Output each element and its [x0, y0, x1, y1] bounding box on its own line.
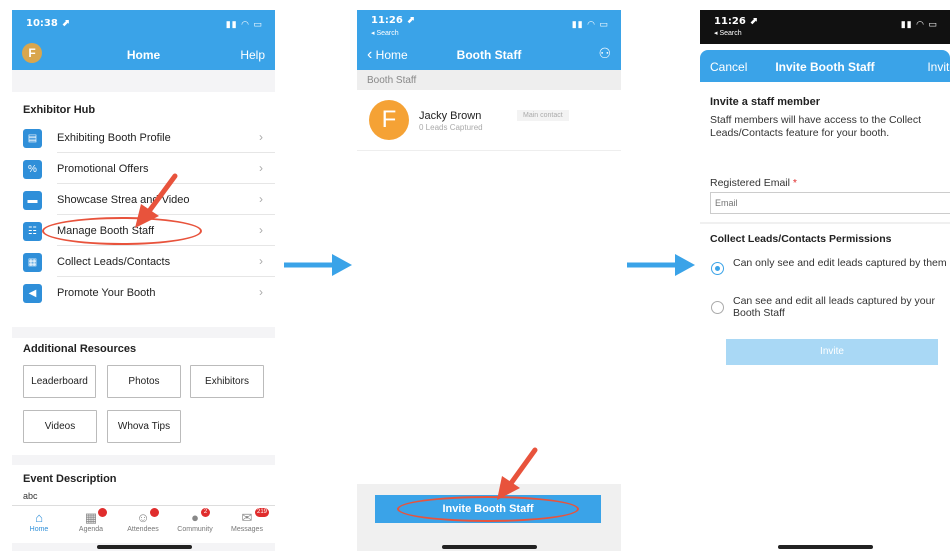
status-bar: 10:38 ⬈ ▮▮ ◠ ▭	[12, 10, 275, 38]
nav-title: Home	[126, 48, 161, 62]
section-title: Exhibitor Hub	[23, 104, 96, 116]
videos-button[interactable]: Videos	[23, 410, 97, 443]
pointer-arrow-icon	[135, 173, 178, 228]
messages-badge: 219	[255, 508, 270, 517]
offers-icon: %	[23, 160, 42, 179]
radio-own-leads[interactable]	[711, 262, 724, 275]
nav-bar: Home Help	[12, 38, 275, 70]
staff-icon: ☷	[23, 222, 42, 241]
nav-title: Booth Staff	[456, 48, 522, 62]
permissions-title: Collect Leads/Contacts Permissions	[710, 233, 892, 245]
add-person-icon[interactable]: ⚇	[598, 45, 611, 62]
hub-item-label: Collect Leads/Contacts	[57, 256, 171, 268]
calendar-icon: ▦	[84, 510, 98, 525]
hub-item-label: Promote Your Booth	[57, 287, 156, 299]
invite-nav-button[interactable]: Invite	[927, 60, 950, 74]
staff-leads-count: 0 Leads Captured	[419, 123, 483, 132]
phone-booth-staff-screen: 11:26 ⬈ ◂ Search ▮▮ ◠ ▭ ‹ Home Booth Sta…	[357, 10, 621, 551]
status-time: 11:26 ⬈	[371, 15, 415, 26]
signal-wifi-battery-icon: ▮▮ ◠ ▭	[900, 19, 938, 29]
chat-bubbles-icon: ●	[191, 510, 199, 525]
back-to-search[interactable]: ◂ Search	[371, 29, 399, 37]
chevron-right-icon: ›	[259, 130, 263, 144]
section-title: Additional Resources	[23, 343, 137, 355]
flow-arrow-icon	[627, 254, 695, 276]
tab-home[interactable]: ⌂ Home	[14, 510, 64, 533]
community-badge: 2	[201, 508, 210, 517]
status-bar: 11:26 ⬈ ◂ Search ▮▮ ◠ ▭	[357, 10, 621, 38]
highlight-ring	[397, 496, 579, 522]
hub-item-label: Exhibiting Booth Profile	[57, 132, 171, 144]
main-contact-badge: Main contact	[517, 110, 569, 121]
tab-attendees[interactable]: ☺ Attendees	[118, 508, 168, 533]
radio-all-leads[interactable]	[711, 301, 724, 314]
home-indicator	[96, 545, 192, 549]
nav-bar: ‹ Home Booth Staff ⚇	[357, 38, 621, 70]
home-indicator	[778, 545, 873, 549]
help-button[interactable]: Help	[240, 48, 265, 62]
signal-wifi-battery-icon: ▮▮ ◠ ▭	[571, 19, 609, 29]
additional-resources-section: Additional Resources Leaderboard Photos …	[12, 338, 275, 455]
hub-item-collect-leads[interactable]: ▦ Collect Leads/Contacts ›	[12, 246, 275, 277]
tab-community[interactable]: ● Community 2	[170, 508, 220, 533]
hub-item-promote-booth[interactable]: ◀ Promote Your Booth ›	[12, 277, 275, 308]
whova-tips-button[interactable]: Whova Tips	[107, 410, 181, 443]
tab-bar: ⌂ Home ▦ Agenda ☺ Attendees ● Community …	[12, 505, 275, 543]
photos-button[interactable]: Photos	[107, 365, 181, 398]
video-icon: ▬	[23, 191, 42, 210]
chevron-right-icon: ›	[259, 254, 263, 268]
email-field[interactable]	[710, 192, 950, 214]
chevron-right-icon: ›	[259, 161, 263, 175]
people-icon: ☺	[136, 510, 150, 525]
section-header: Booth Staff	[357, 70, 621, 90]
status-time: 10:38 ⬈	[26, 18, 70, 29]
avatar[interactable]: F	[22, 43, 42, 63]
signal-wifi-battery-icon: ▮▮ ◠ ▭	[225, 19, 263, 29]
flow-arrow-icon	[284, 254, 352, 276]
home-icon: ⌂	[35, 510, 43, 525]
megaphone-icon: ◀	[23, 284, 42, 303]
hub-item-booth-profile[interactable]: ▤ Exhibiting Booth Profile ›	[12, 122, 275, 153]
email-label: Registered Email *	[710, 177, 797, 189]
qr-icon: ▦	[23, 253, 42, 272]
chevron-right-icon: ›	[259, 223, 263, 237]
option-all-leads-label: Can see and edit all leads captured by y…	[733, 295, 935, 319]
profile-icon: ▤	[23, 129, 42, 148]
status-bar: 11:26 ⬈ ◂ Search ▮▮ ◠ ▭	[700, 10, 950, 44]
tab-messages[interactable]: ✉ Messages 219	[222, 508, 272, 533]
tab-agenda[interactable]: ▦ Agenda	[66, 508, 116, 533]
chevron-right-icon: ›	[259, 285, 263, 299]
staff-name: Jacky Brown	[419, 110, 482, 122]
home-indicator	[442, 545, 537, 549]
phone-invite-staff-screen: 11:26 ⬈ ◂ Search ▮▮ ◠ ▭ Cancel Invite Bo…	[700, 10, 950, 551]
avatar: F	[369, 100, 409, 140]
invite-button[interactable]: Invite	[726, 339, 938, 365]
event-description-text: abc	[23, 491, 38, 501]
status-time: 11:26 ⬈	[714, 16, 758, 27]
agenda-dot-badge	[98, 508, 107, 517]
exhibitors-button[interactable]: Exhibitors	[190, 365, 264, 398]
leaderboard-button[interactable]: Leaderboard	[23, 365, 96, 398]
section-title: Event Description	[23, 473, 117, 485]
phone-home-screen: 10:38 ⬈ ▮▮ ◠ ▭ Home Help F Exhibitor Hub…	[12, 10, 275, 551]
back-to-search[interactable]: ◂ Search	[714, 29, 742, 37]
nav-bar: Cancel Invite Booth Staff Invite	[700, 50, 950, 82]
form-title: Invite a staff member	[710, 96, 821, 108]
nav-title: Invite Booth Staff	[775, 60, 875, 74]
option-own-leads-label: Can only see and edit leads captured by …	[733, 257, 947, 269]
attendees-dot-badge	[150, 508, 159, 517]
event-description-section: Event Description abc	[12, 465, 275, 505]
pointer-arrow-icon	[497, 447, 538, 500]
form-description: Staff members will have access to the Co…	[710, 114, 922, 139]
chevron-right-icon: ›	[259, 192, 263, 206]
